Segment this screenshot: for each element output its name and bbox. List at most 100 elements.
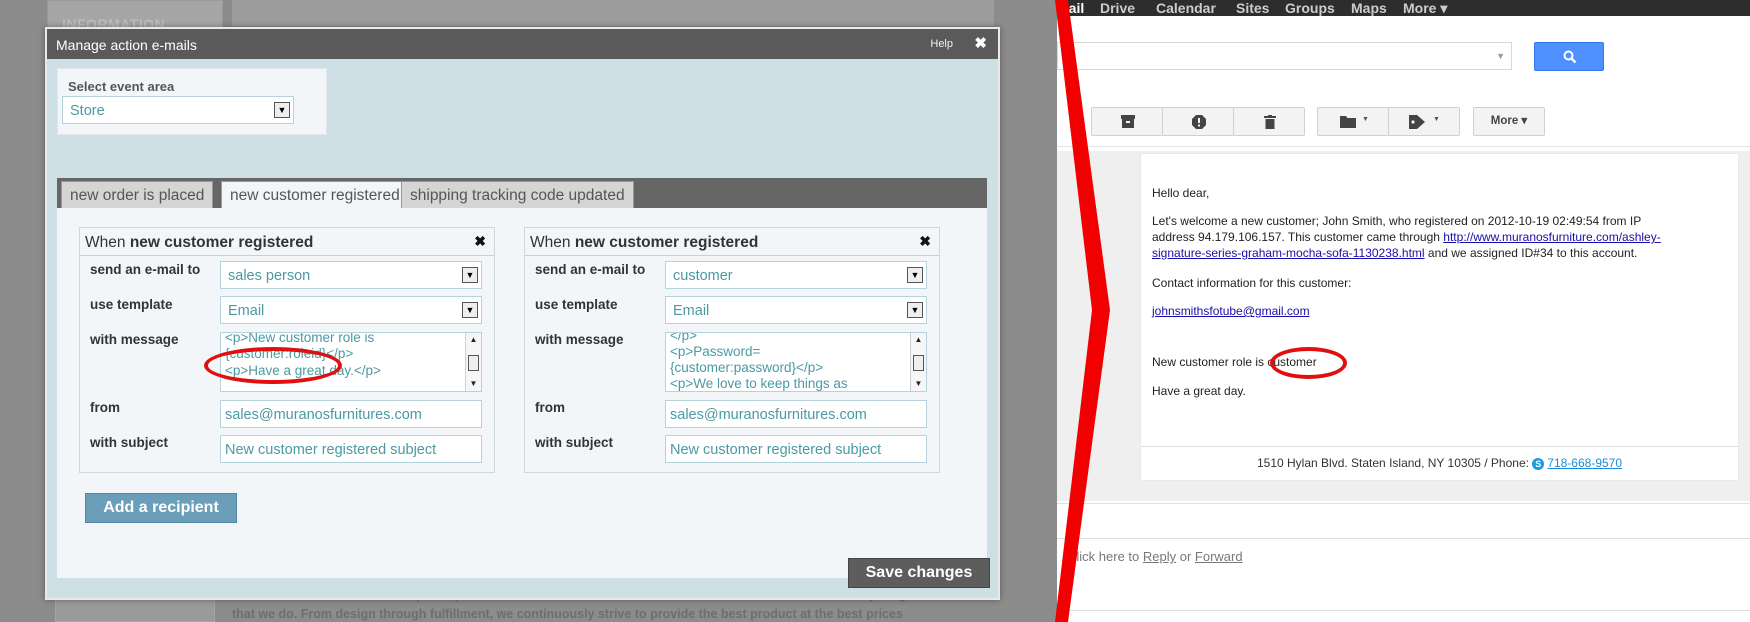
label-tag-icon	[1409, 115, 1425, 129]
subject-field[interactable]: New customer registered subject	[220, 435, 482, 463]
tabs-panel: new order is placed new customer registe…	[57, 178, 987, 578]
labels-button[interactable]: ▼	[1388, 107, 1460, 136]
tab-new-order-placed[interactable]: new order is placed	[61, 181, 214, 208]
move-to-button[interactable]: ▼	[1317, 107, 1389, 136]
email-paragraph-line3-text: and we assigned ID#34 to this account.	[1424, 246, 1638, 260]
remove-recipient-icon[interactable]: ✖	[474, 233, 486, 250]
card-divider	[80, 255, 494, 256]
from-field[interactable]: sales@muranosfurnitures.com	[220, 400, 482, 428]
message-label: with message	[535, 332, 624, 347]
event-area-label: Select event area	[68, 79, 175, 94]
email-body: Hello dear, Let's welcome a new customer…	[1140, 153, 1739, 481]
nav-calendar[interactable]: Calendar	[1156, 0, 1216, 16]
email-paragraph: Let's welcome a new customer; John Smith…	[1152, 213, 1661, 261]
chevron-down-icon: ▼	[1433, 116, 1440, 123]
nav-more[interactable]: More ▾	[1403, 0, 1447, 17]
subject-label: with subject	[535, 435, 614, 450]
event-area-select[interactable]: Store ▼	[62, 96, 294, 124]
email-paragraph-line3: signature-series-graham-mocha-sofa-11302…	[1152, 245, 1661, 261]
annotation-oval	[204, 347, 342, 384]
tab-shipping-tracking-code-updated[interactable]: shipping tracking code updated	[401, 181, 634, 208]
template-value: Email	[673, 303, 710, 319]
help-link[interactable]: Help	[930, 38, 953, 50]
nav-groups[interactable]: Groups	[1285, 0, 1335, 16]
card-heading-prefix: When	[85, 234, 126, 251]
message-label: with message	[90, 332, 179, 347]
send-to-value: customer	[673, 268, 733, 284]
scroll-thumb[interactable]	[468, 355, 479, 371]
manage-action-emails-modal: Manage action e-mails Help ✖ Select even…	[45, 27, 1000, 600]
email-footer: 1510 Hylan Blvd. Staten Island, NY 10305…	[1141, 456, 1738, 470]
contact-email-link-wrap: johnsmithsfotube@gmail.com	[1152, 303, 1310, 319]
send-to-label: send an e-mail to	[90, 262, 201, 277]
customer-role-prefix: New customer role is	[1152, 355, 1268, 369]
card-divider	[525, 255, 939, 256]
card-heading: When new customer registered	[530, 234, 758, 252]
footer-phone-link[interactable]: 718-668-9570	[1547, 456, 1622, 470]
modal-title: Manage action e-mails	[56, 37, 197, 53]
modal-body: Select event area Store ▼ new order is p…	[47, 59, 998, 598]
send-to-select[interactable]: sales person ▼	[220, 261, 482, 289]
chevron-down-icon: ▼	[462, 267, 478, 283]
scroll-thumb[interactable]	[913, 355, 924, 371]
search-icon	[1563, 50, 1577, 64]
product-link[interactable]: http://www.muranosfurniture.com/ashley-	[1443, 230, 1660, 244]
search-input[interactable]: ▼	[1057, 42, 1512, 70]
nav-sites[interactable]: Sites	[1236, 0, 1269, 16]
remove-recipient-icon[interactable]: ✖	[919, 233, 931, 250]
message-scrollbar[interactable]: ▲ ▼	[465, 333, 481, 391]
forward-link[interactable]: Forward	[1195, 549, 1243, 564]
recipient-card-1: When new customer registered ✖ send an e…	[79, 227, 495, 473]
template-select[interactable]: Email ▼	[220, 296, 482, 324]
chevron-down-icon: ▼	[274, 102, 290, 118]
archive-icon	[1121, 115, 1135, 128]
event-area-value: Store	[70, 103, 105, 119]
scroll-down-icon[interactable]: ▼	[466, 377, 481, 391]
scroll-down-icon[interactable]: ▼	[911, 377, 926, 391]
card-heading-prefix: When	[530, 234, 571, 251]
scroll-up-icon[interactable]: ▲	[466, 333, 481, 347]
template-value: Email	[228, 303, 265, 319]
add-recipient-button[interactable]: Add a recipient	[85, 493, 237, 523]
tabs-bar: new order is placed new customer registe…	[57, 178, 987, 208]
email-paragraph-line2: address 94.179.106.157. This customer ca…	[1152, 229, 1661, 245]
email-paragraph-line2-text: address 94.179.106.157. This customer ca…	[1152, 230, 1444, 244]
delete-button[interactable]	[1233, 107, 1305, 136]
red-arrow-annotation	[1055, 0, 1110, 622]
trash-icon	[1264, 115, 1276, 129]
send-to-label: send an e-mail to	[535, 262, 646, 277]
message-line: <p>Password=	[670, 344, 761, 359]
google-bar: Mail Drive Calendar Sites Groups Maps Mo…	[1057, 0, 1750, 16]
card-heading-event: new customer registered	[574, 234, 759, 251]
message-textarea[interactable]: </p> <p>Password= {customer:password}</p…	[665, 332, 927, 392]
template-select[interactable]: Email ▼	[665, 296, 927, 324]
contact-email-link[interactable]: johnsmithsfotube@gmail.com	[1152, 304, 1310, 318]
scroll-up-icon[interactable]: ▲	[911, 333, 926, 347]
email-closing: Have a great day.	[1152, 384, 1246, 398]
message-line: </p>	[670, 332, 698, 343]
send-to-select[interactable]: customer ▼	[665, 261, 927, 289]
report-spam-button[interactable]	[1162, 107, 1234, 136]
from-field[interactable]: sales@muranosfurnitures.com	[665, 400, 927, 428]
template-label: use template	[90, 297, 173, 312]
footer-divider	[1141, 446, 1738, 447]
search-button[interactable]	[1534, 42, 1604, 71]
tab-new-customer-registered[interactable]: new customer registered	[221, 181, 409, 208]
spam-icon	[1192, 115, 1206, 129]
product-link-continued[interactable]: signature-series-graham-mocha-sofa-11302…	[1152, 246, 1425, 260]
close-icon[interactable]: ✖	[974, 34, 987, 52]
skype-icon: S	[1532, 457, 1545, 470]
admin-backdrop: INFORMATION Our mission is a reflection …	[0, 0, 1057, 622]
nav-maps[interactable]: Maps	[1351, 0, 1387, 16]
message-line: <p>We love to keep things as	[670, 376, 848, 391]
search-options-icon[interactable]: ▼	[1496, 51, 1505, 61]
reply-link[interactable]: Reply	[1143, 549, 1176, 564]
gmail-pane: Mail Drive Calendar Sites Groups Maps Mo…	[1057, 0, 1750, 622]
more-actions-button[interactable]: More ▾	[1473, 107, 1545, 136]
card-heading: When new customer registered	[85, 234, 313, 252]
save-changes-button[interactable]: Save changes	[848, 558, 990, 588]
divider	[1057, 503, 1750, 504]
folder-icon	[1340, 116, 1356, 128]
subject-field[interactable]: New customer registered subject	[665, 435, 927, 463]
message-scrollbar[interactable]: ▲ ▼	[910, 333, 926, 391]
